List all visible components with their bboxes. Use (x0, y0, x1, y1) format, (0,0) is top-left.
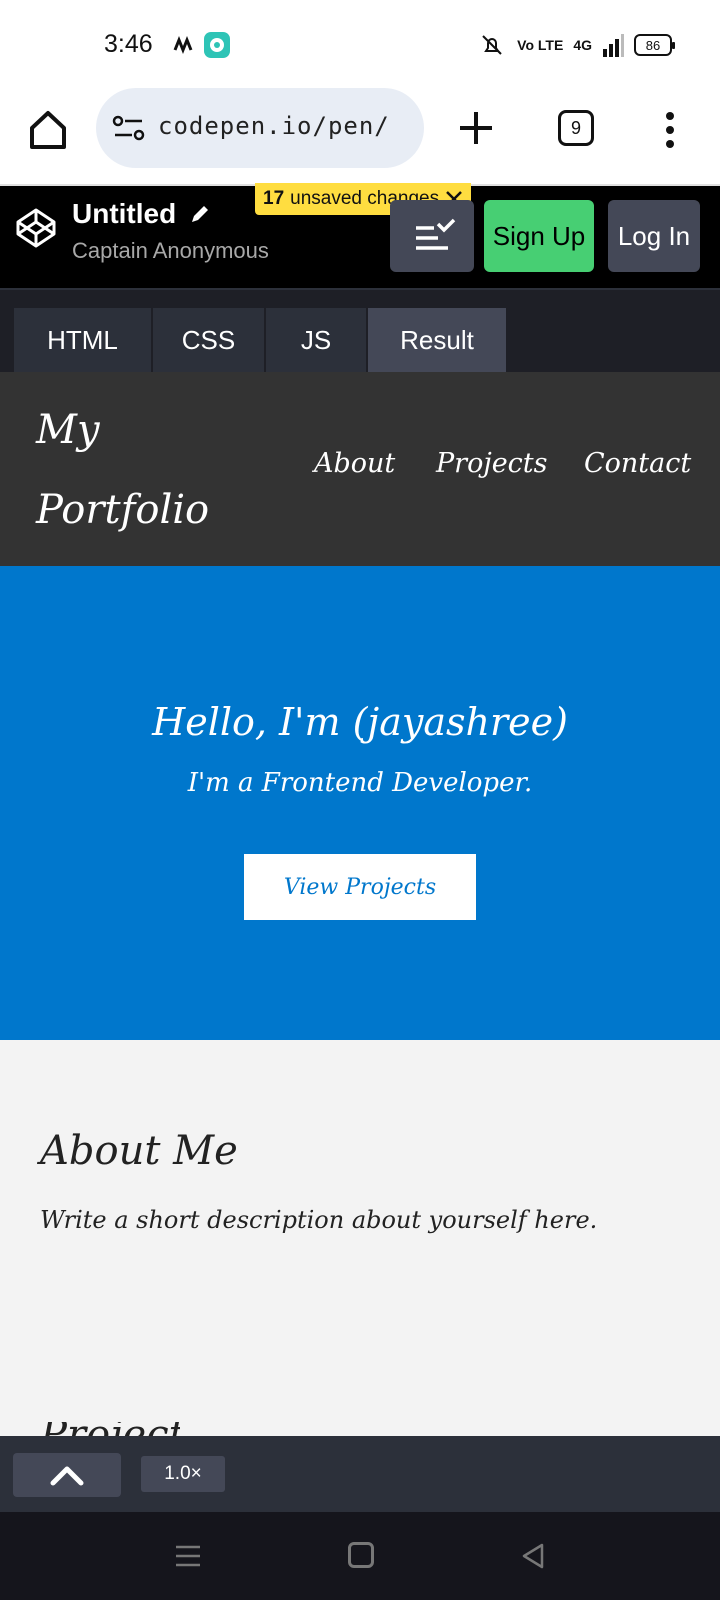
portfolio-hero: Hello, I'm (jayashree) I'm a Frontend De… (0, 566, 720, 1040)
android-nav-bar (0, 1512, 720, 1600)
status-time: 3:46 (104, 30, 153, 58)
tab-switcher-button[interactable]: 9 (558, 110, 594, 146)
nav-link-contact[interactable]: Contact (584, 448, 691, 479)
browser-menu-button[interactable] (660, 110, 680, 150)
hero-subtitle: I'm a Frontend Developer. (187, 768, 533, 798)
about-title: About Me (40, 1128, 238, 1174)
mute-bell-icon (482, 35, 502, 55)
about-text: Write a short description about yourself… (40, 1206, 598, 1234)
site-settings-icon[interactable] (112, 114, 146, 142)
expand-up-button[interactable] (13, 1453, 121, 1497)
home-button[interactable] (26, 108, 70, 152)
url-text: codepen.io/pen/ (158, 112, 390, 140)
hero-title: Hello, I'm (jayashree) (152, 700, 568, 744)
portfolio-brand: My Portfolio (36, 407, 210, 533)
portfolio-navbar: My Portfolio About Projects Contact (0, 372, 720, 566)
home-icon (30, 111, 66, 149)
nav-link-projects[interactable]: Projects (436, 448, 548, 479)
notification-app-icon (170, 32, 196, 58)
signal-icon (603, 34, 624, 57)
volte-icon: Vo LTE (517, 37, 564, 53)
more-vert-icon (666, 112, 674, 148)
pencil-icon[interactable] (188, 202, 212, 226)
projects-heading: Projects (40, 1422, 180, 1436)
battery-icon: 86 (634, 34, 675, 56)
about-section: About Me Write a short description about… (0, 1040, 720, 1436)
back-icon[interactable] (520, 1542, 546, 1570)
sign-up-button[interactable]: Sign Up (484, 200, 594, 272)
editor-tabs: HTML CSS JS Result (0, 288, 720, 372)
address-bar[interactable]: codepen.io/pen/ (96, 88, 424, 168)
tab-result[interactable]: Result (368, 308, 506, 372)
battery-level: 86 (645, 37, 661, 53)
browser-toolbar: codepen.io/pen/ 9 (0, 88, 720, 186)
pen-author: Captain Anonymous (72, 238, 269, 263)
status-indicators: Vo LTE 4G 86 (477, 30, 675, 60)
view-projects-button[interactable]: View Projects (244, 854, 476, 920)
chat-app-icon (204, 32, 230, 58)
tab-js[interactable]: JS (266, 308, 366, 372)
status-bar: 3:46 Vo LTE 4G 86 (0, 0, 720, 88)
nav-link-about[interactable]: About (314, 448, 395, 479)
codepen-header: Untitled Captain Anonymous 17 unsaved ch… (0, 183, 720, 288)
home-nav-icon[interactable] (348, 1542, 374, 1568)
tab-count: 9 (570, 117, 581, 138)
zoom-level-button[interactable]: 1.0× (141, 1456, 225, 1492)
change-view-button[interactable] (390, 200, 474, 272)
pen-title[interactable]: Untitled (72, 198, 176, 230)
codepen-logo-icon[interactable] (14, 206, 58, 250)
new-tab-button[interactable] (456, 108, 496, 148)
unsaved-count: 17 (263, 188, 285, 209)
projects-heading-partial: Projects (40, 1422, 180, 1436)
tab-html[interactable]: HTML (14, 308, 151, 372)
plus-icon (460, 112, 492, 144)
codepen-footer: 1.0× (0, 1436, 720, 1512)
layout-icon (416, 218, 456, 250)
chevron-up-icon (50, 1466, 84, 1486)
tab-css[interactable]: CSS (153, 308, 264, 372)
recents-icon[interactable] (174, 1542, 202, 1570)
network-type: 4G (573, 37, 592, 53)
log-in-button[interactable]: Log In (608, 200, 700, 272)
